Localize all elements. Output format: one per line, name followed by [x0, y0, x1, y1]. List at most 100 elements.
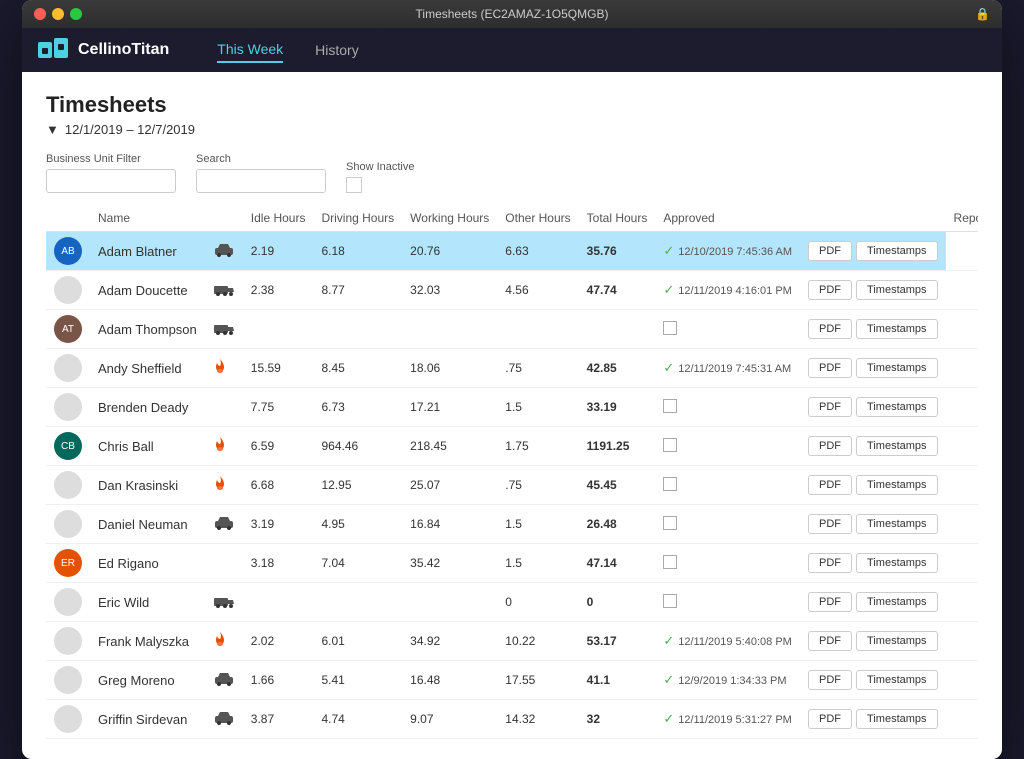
approved-checkbox[interactable]: [663, 321, 677, 335]
table-row[interactable]: AB Adam Blatner 2.19 6.18 20.76 6.63 35.…: [46, 232, 978, 271]
search-input[interactable]: [196, 169, 326, 193]
idle-hours: 2.19: [243, 232, 314, 271]
timestamps-button[interactable]: Timestamps: [856, 280, 938, 300]
timestamps-button[interactable]: Timestamps: [856, 514, 938, 534]
working-hours: 18.06: [402, 349, 497, 388]
timestamps-button[interactable]: Timestamps: [856, 241, 938, 261]
approved-date: 12/11/2019 5:40:08 PM: [678, 636, 792, 648]
table-row[interactable]: Frank Malyszka 2.02 6.01 34.92 10.22 53.…: [46, 622, 978, 661]
filter-arrow-icon: ▼: [46, 122, 59, 137]
table-row[interactable]: Eric Wild 0 0 PDF Timestamps: [46, 583, 978, 622]
table-row[interactable]: Adam Doucette 2.38 8.77 32.03 4.56 47.74…: [46, 271, 978, 310]
approved-check: ✓: [663, 282, 674, 297]
avatar-cell: ER: [46, 544, 90, 583]
idle-hours: [243, 310, 314, 349]
maximize-button[interactable]: [70, 8, 82, 20]
tab-this-week[interactable]: This Week: [217, 37, 283, 63]
driving-hours: 12.95: [313, 466, 402, 505]
business-unit-filter-group: Business Unit Filter: [46, 153, 176, 193]
idle-hours: 2.02: [243, 622, 314, 661]
business-unit-filter-input[interactable]: [46, 169, 176, 193]
pdf-button[interactable]: PDF: [808, 631, 852, 651]
table-row[interactable]: ER Ed Rigano 3.18 7.04 35.42 1.5 47.14 P…: [46, 544, 978, 583]
other-hours: 1.75: [497, 427, 578, 466]
pdf-button[interactable]: PDF: [808, 553, 852, 573]
table-row[interactable]: Dan Krasinski 6.68 12.95 25.07 .75 45.45…: [46, 466, 978, 505]
pdf-button[interactable]: PDF: [808, 709, 852, 729]
total-hours-cell: 47.14: [579, 544, 656, 583]
name-cell: Frank Malyszka: [90, 622, 205, 661]
pdf-button[interactable]: PDF: [808, 475, 852, 495]
approved-checkbox[interactable]: [663, 399, 677, 413]
table-row[interactable]: Brenden Deady 7.75 6.73 17.21 1.5 33.19 …: [46, 388, 978, 427]
total-hours-cell: 53.17: [579, 622, 656, 661]
col-idle: Idle Hours: [243, 205, 314, 232]
avatar-cell: CB: [46, 427, 90, 466]
approved-cell: [655, 388, 800, 427]
pdf-button[interactable]: PDF: [808, 280, 852, 300]
timestamps-button[interactable]: Timestamps: [856, 553, 938, 573]
avatar-cell: [46, 505, 90, 544]
table-row[interactable]: Griffin Sirdevan 3.87 4.74 9.07 14.32 32…: [46, 700, 978, 739]
approved-checkbox[interactable]: [663, 516, 677, 530]
vehicle-cell: [205, 622, 243, 661]
tab-history[interactable]: History: [315, 38, 359, 62]
pdf-button[interactable]: PDF: [808, 436, 852, 456]
col-vehicle: [205, 205, 243, 232]
approved-checkbox[interactable]: [663, 477, 677, 491]
table-row[interactable]: CB Chris Ball 6.59 964.46 218.45 1.75 11…: [46, 427, 978, 466]
table-row[interactable]: AT Adam Thompson PDF Timestamps: [46, 310, 978, 349]
avatar-cell: [46, 349, 90, 388]
pdf-button[interactable]: PDF: [808, 670, 852, 690]
reports-cell: PDF Timestamps: [800, 661, 946, 700]
driving-hours: 6.73: [313, 388, 402, 427]
working-hours: 32.03: [402, 271, 497, 310]
driving-hours: 7.04: [313, 544, 402, 583]
working-hours: [402, 583, 497, 622]
approved-date: 12/11/2019 7:45:31 AM: [678, 363, 791, 375]
col-avatar: [46, 205, 90, 232]
pdf-button[interactable]: PDF: [808, 397, 852, 417]
approved-cell: [655, 427, 800, 466]
show-inactive-checkbox[interactable]: [346, 177, 362, 193]
pdf-button[interactable]: PDF: [808, 358, 852, 378]
timestamps-button[interactable]: Timestamps: [856, 631, 938, 651]
driving-hours: 8.45: [313, 349, 402, 388]
idle-hours: 3.19: [243, 505, 314, 544]
working-hours: 17.21: [402, 388, 497, 427]
timestamps-button[interactable]: Timestamps: [856, 358, 938, 378]
timesheets-table: Name Idle Hours Driving Hours Working Ho…: [46, 205, 978, 739]
idle-hours: 6.59: [243, 427, 314, 466]
timestamps-button[interactable]: Timestamps: [856, 436, 938, 456]
pdf-button[interactable]: PDF: [808, 592, 852, 612]
timestamps-button[interactable]: Timestamps: [856, 670, 938, 690]
timestamps-button[interactable]: Timestamps: [856, 475, 938, 495]
approved-check: ✓: [663, 360, 674, 375]
logo: CellinoTitan: [38, 34, 169, 66]
timestamps-button[interactable]: Timestamps: [856, 397, 938, 417]
timestamps-button[interactable]: Timestamps: [856, 319, 938, 339]
timestamps-button[interactable]: Timestamps: [856, 709, 938, 729]
pdf-button[interactable]: PDF: [808, 241, 852, 261]
table-row[interactable]: Daniel Neuman 3.19 4.95 16.84 1.5 26.48 …: [46, 505, 978, 544]
approved-checkbox[interactable]: [663, 594, 677, 608]
approved-checkbox[interactable]: [663, 555, 677, 569]
reports-cell: PDF Timestamps: [800, 310, 946, 349]
avatar-cell: [46, 661, 90, 700]
content-area: Timesheets ▼ 12/1/2019 – 12/7/2019 Busin…: [22, 72, 1002, 759]
approved-checkbox[interactable]: [663, 438, 677, 452]
show-inactive-group: Show Inactive: [346, 161, 414, 193]
pdf-button[interactable]: PDF: [808, 514, 852, 534]
close-button[interactable]: [34, 8, 46, 20]
title-bar: Timesheets (EC2AMAZ-1O5QMGB) 🔒: [22, 0, 1002, 28]
working-hours: 34.92: [402, 622, 497, 661]
table-row[interactable]: Andy Sheffield 15.59 8.45 18.06 .75 42.8…: [46, 349, 978, 388]
pdf-button[interactable]: PDF: [808, 319, 852, 339]
table-row[interactable]: Greg Moreno 1.66 5.41 16.48 17.55 41.1 ✓…: [46, 661, 978, 700]
search-label: Search: [196, 153, 326, 165]
minimize-button[interactable]: [52, 8, 64, 20]
avatar-cell: [46, 271, 90, 310]
timestamps-button[interactable]: Timestamps: [856, 592, 938, 612]
other-hours: 14.32: [497, 700, 578, 739]
other-hours: 0: [497, 583, 578, 622]
